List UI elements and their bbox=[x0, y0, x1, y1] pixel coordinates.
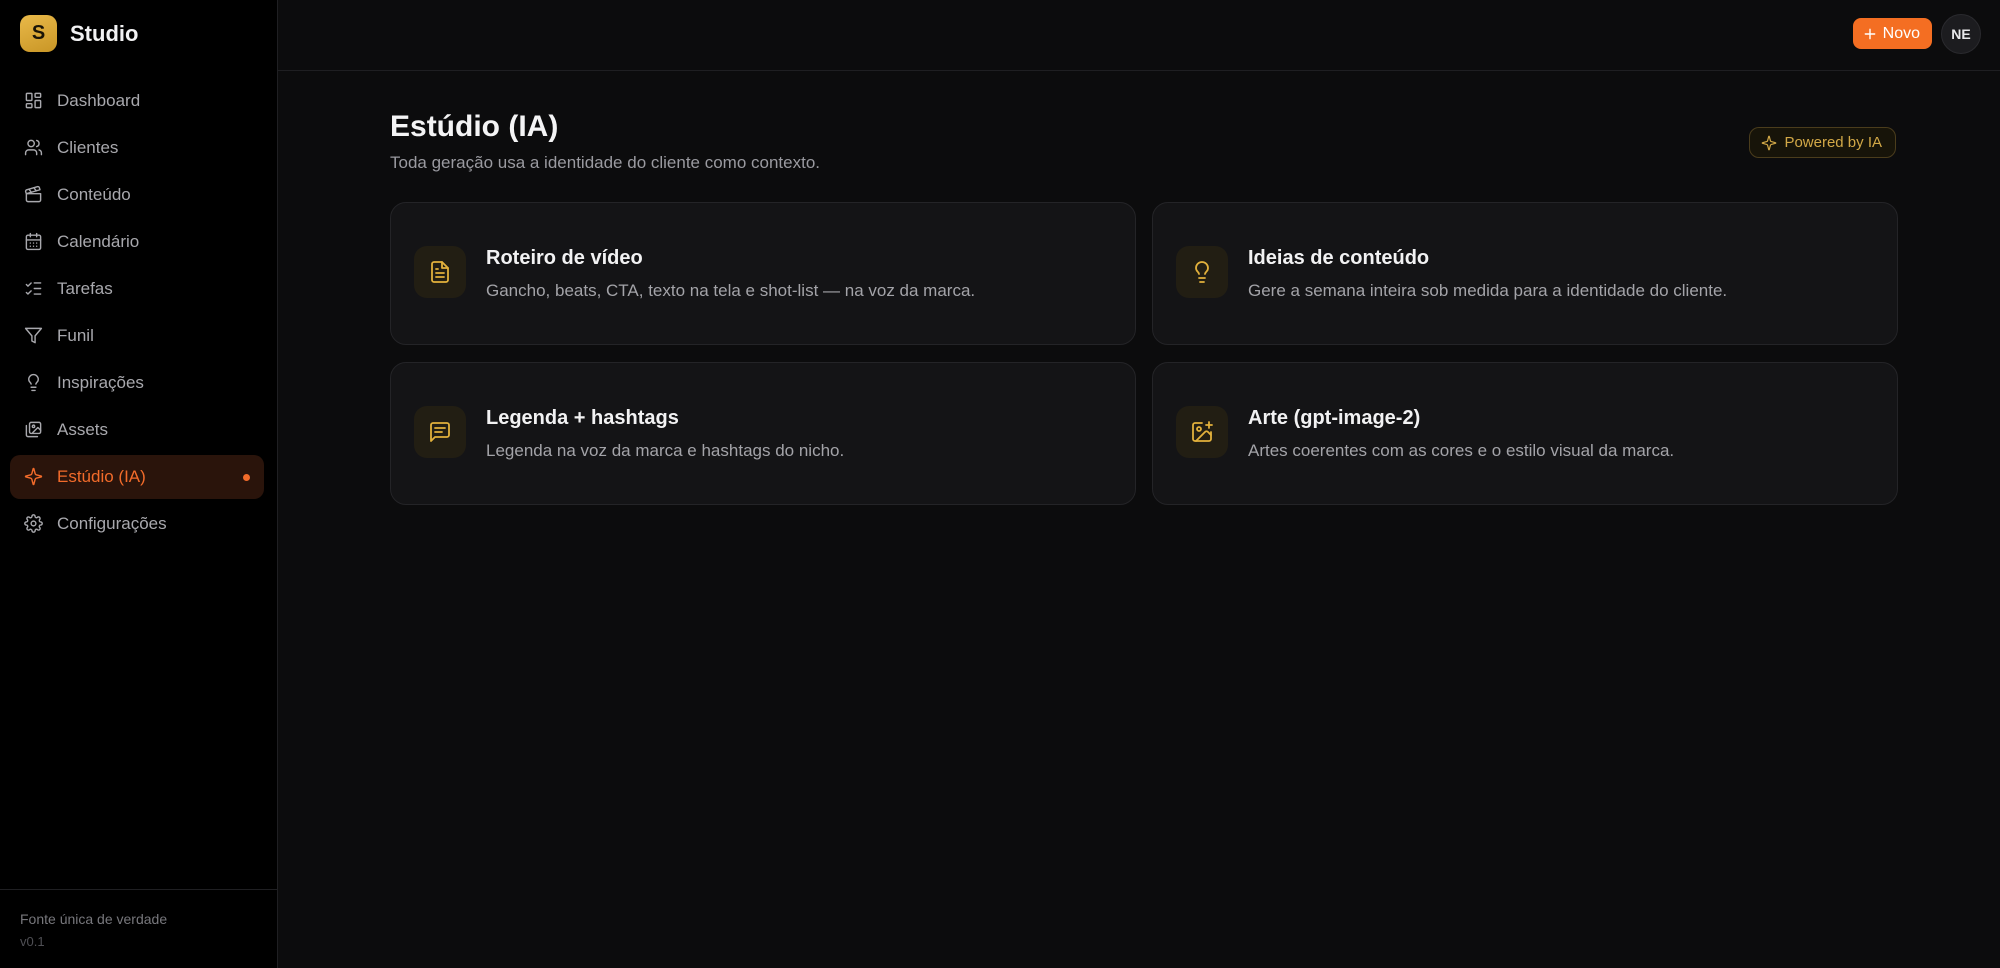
sidebar-item-label: Assets bbox=[57, 420, 109, 439]
card-title: Legenda + hashtags bbox=[486, 407, 679, 429]
sidebar-footer: Fonte única de verdade v0.1 bbox=[0, 889, 277, 968]
sidebar-item-label: Funil bbox=[57, 326, 94, 345]
badge-label: Powered by IA bbox=[1784, 134, 1882, 151]
sidebar: S Studio Dashboard Clientes Conteúdo Cal… bbox=[0, 0, 278, 968]
clapperboard-icon bbox=[24, 185, 44, 205]
calendar-icon bbox=[24, 232, 44, 252]
sidebar-tagline: Fonte única de verdade bbox=[20, 911, 168, 927]
page-subtitle: Toda geração usa a identidade do cliente… bbox=[390, 153, 821, 172]
sidebar-item-funil[interactable]: Funil bbox=[10, 314, 264, 358]
sidebar-item-dashboard[interactable]: Dashboard bbox=[10, 79, 264, 123]
lightbulb-icon bbox=[24, 373, 44, 393]
document-icon bbox=[414, 246, 466, 298]
avatar[interactable]: NE bbox=[1941, 14, 1981, 54]
sidebar-nav: Dashboard Clientes Conteúdo Calendário T… bbox=[10, 79, 264, 549]
brand[interactable]: S Studio bbox=[20, 15, 138, 52]
sidebar-item-clientes[interactable]: Clientes bbox=[10, 126, 264, 170]
tool-card-legenda-hashtags[interactable]: Legenda + hashtags Legenda na voz da mar… bbox=[390, 362, 1136, 505]
card-description: Artes coerentes com as cores e o estilo … bbox=[1248, 441, 1675, 460]
sidebar-item-estudio-ia[interactable]: Estúdio (IA) bbox=[10, 455, 264, 499]
brand-name: Studio bbox=[70, 20, 139, 46]
sidebar-item-label: Conteúdo bbox=[57, 185, 131, 204]
page-title: Estúdio (IA) bbox=[390, 110, 559, 143]
sidebar-item-tarefas[interactable]: Tarefas bbox=[10, 267, 264, 311]
tool-card-arte[interactable]: Arte (gpt-image-2) Artes coerentes com a… bbox=[1152, 362, 1898, 505]
lightbulb-icon bbox=[1176, 246, 1228, 298]
users-icon bbox=[24, 138, 44, 158]
card-description: Legenda na voz da marca e hashtags do ni… bbox=[486, 441, 845, 460]
sidebar-item-calendario[interactable]: Calendário bbox=[10, 220, 264, 264]
plus-icon bbox=[1864, 28, 1876, 39]
new-button-label: Novo bbox=[1882, 24, 1920, 42]
message-text-icon bbox=[414, 406, 466, 458]
sparkles-icon bbox=[24, 467, 44, 487]
sidebar-item-label: Dashboard bbox=[57, 91, 141, 110]
tool-card-roteiro-video[interactable]: Roteiro de vídeo Gancho, beats, CTA, tex… bbox=[390, 202, 1136, 345]
powered-by-badge: Powered by IA bbox=[1749, 127, 1896, 158]
tool-card-ideias-conteudo[interactable]: Ideias de conteúdo Gere a semana inteira… bbox=[1152, 202, 1898, 345]
card-description: Gancho, beats, CTA, texto na tela e shot… bbox=[486, 281, 976, 300]
sparkles-icon bbox=[1762, 135, 1777, 150]
sidebar-item-label: Estúdio (IA) bbox=[57, 467, 146, 486]
sidebar-item-label: Clientes bbox=[57, 138, 119, 157]
images-icon bbox=[24, 420, 44, 440]
image-plus-icon bbox=[1176, 406, 1228, 458]
card-description: Gere a semana inteira sob medida para a … bbox=[1248, 281, 1728, 300]
card-title: Arte (gpt-image-2) bbox=[1248, 407, 1421, 429]
sidebar-item-assets[interactable]: Assets bbox=[10, 408, 264, 452]
active-indicator-dot bbox=[243, 474, 250, 481]
sidebar-item-label: Configurações bbox=[57, 514, 167, 533]
app-version: v0.1 bbox=[20, 934, 45, 949]
new-button[interactable]: Novo bbox=[1852, 18, 1932, 49]
funnel-icon bbox=[24, 326, 44, 346]
sidebar-item-label: Tarefas bbox=[57, 279, 113, 298]
card-title: Roteiro de vídeo bbox=[486, 247, 643, 269]
topbar: Novo NE bbox=[278, 0, 2000, 71]
sidebar-item-label: Calendário bbox=[57, 232, 140, 251]
sidebar-item-configuracoes[interactable]: Configurações bbox=[10, 502, 264, 546]
sidebar-item-conteudo[interactable]: Conteúdo bbox=[10, 173, 264, 217]
card-title: Ideias de conteúdo bbox=[1248, 247, 1430, 269]
sidebar-item-inspiracoes[interactable]: Inspirações bbox=[10, 361, 264, 405]
checklist-icon bbox=[24, 279, 44, 299]
sidebar-item-label: Inspirações bbox=[57, 373, 144, 392]
gear-icon bbox=[24, 514, 44, 534]
grid-icon bbox=[24, 91, 44, 111]
brand-logo: S bbox=[20, 15, 57, 52]
